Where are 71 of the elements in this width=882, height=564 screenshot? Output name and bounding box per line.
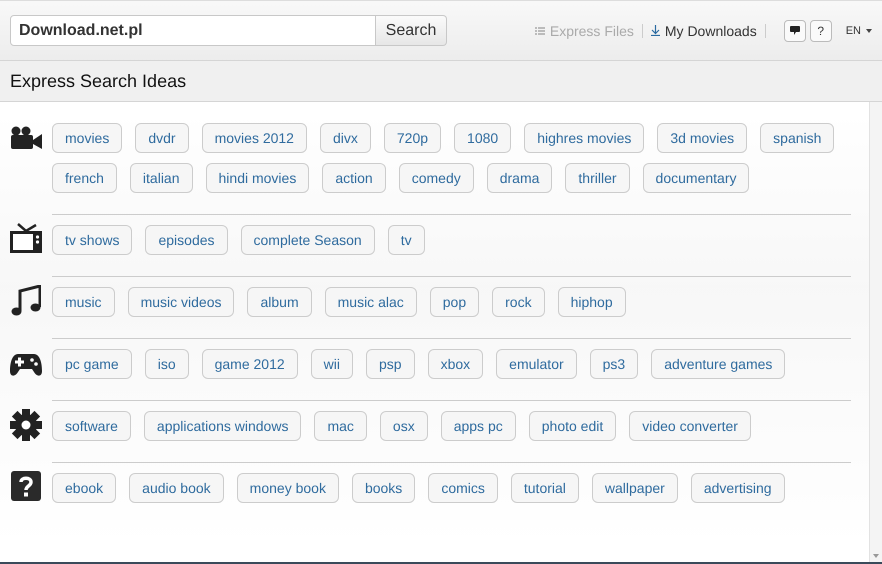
search-tag[interactable]: dvdr — [135, 123, 189, 153]
search-tag[interactable]: drama — [486, 163, 552, 193]
speech-bubble-icon — [790, 26, 800, 35]
search-tag[interactable]: 1080 — [454, 123, 512, 153]
search-tag[interactable]: comics — [428, 473, 498, 503]
search-tag[interactable]: album — [247, 287, 312, 317]
search-tag[interactable]: thriller — [565, 163, 630, 193]
search-tag[interactable]: game 2012 — [202, 349, 298, 379]
search-tag[interactable]: spanish — [760, 123, 834, 153]
section-title: Express Search Ideas — [0, 61, 882, 102]
search-tag[interactable]: documentary — [642, 163, 750, 193]
scroll-down-icon — [873, 554, 879, 558]
search-tag[interactable]: applications windows — [144, 411, 302, 441]
download-icon — [650, 25, 660, 36]
search-tag[interactable]: movies — [52, 123, 122, 153]
search-button[interactable]: Search — [376, 15, 447, 46]
search-tag[interactable]: 3d movies — [657, 123, 748, 153]
search-tag[interactable]: pc game — [52, 349, 132, 379]
search-tag[interactable]: italian — [130, 163, 193, 193]
search-tag[interactable]: psp — [366, 349, 415, 379]
search-tag[interactable]: software — [52, 411, 131, 441]
music-note-icon — [11, 285, 41, 317]
search-tag[interactable]: wallpaper — [592, 473, 678, 503]
search-tag[interactable]: ps3 — [590, 349, 638, 379]
search-tag[interactable]: episodes — [145, 225, 228, 255]
search-tag[interactable]: 720p — [384, 123, 442, 153]
search-tag[interactable]: highres movies — [524, 123, 644, 153]
search-tag[interactable]: emulator — [496, 349, 577, 379]
search-tag[interactable]: french — [52, 163, 117, 193]
search-tag[interactable]: movies 2012 — [202, 123, 307, 153]
search-tag[interactable]: advertising — [690, 473, 785, 503]
search-tag[interactable]: photo edit — [528, 411, 616, 441]
search-tag[interactable]: divx — [320, 123, 371, 153]
search-tag[interactable]: apps pc — [440, 411, 516, 441]
question-icon — [11, 471, 41, 501]
search-tag[interactable]: tv shows — [52, 225, 132, 255]
search-tag[interactable]: tutorial — [510, 473, 579, 503]
gamepad-icon — [10, 353, 42, 377]
search-tag[interactable]: music — [52, 287, 115, 317]
search-tag[interactable]: adventure games — [651, 349, 786, 379]
search-tag[interactable]: pop — [430, 287, 480, 317]
search-tag[interactable]: iso — [144, 349, 189, 379]
search-tag[interactable]: video converter — [629, 411, 751, 441]
caret-icon — [866, 28, 872, 32]
search-tag[interactable]: mac — [314, 411, 367, 441]
search-tag[interactable]: money book — [236, 473, 339, 503]
language-dropdown[interactable]: EN — [846, 24, 872, 36]
tv-icon — [10, 223, 42, 253]
search-tag[interactable]: complete Season — [240, 225, 375, 255]
search-tag[interactable]: comedy — [398, 163, 474, 193]
chat-button[interactable] — [784, 20, 806, 42]
search-tag[interactable]: wii — [310, 349, 354, 379]
video-camera-icon — [10, 126, 42, 150]
search-tag[interactable]: music alac — [324, 287, 417, 317]
search-tag[interactable]: ebook — [52, 473, 116, 503]
search-tag[interactable]: books — [352, 473, 416, 503]
search-tag[interactable]: audio book — [129, 473, 224, 503]
search-tag[interactable]: tv — [388, 225, 425, 255]
search-tag[interactable]: rock — [492, 287, 545, 317]
help-button[interactable]: ? — [810, 20, 832, 42]
search-tag[interactable]: osx — [380, 411, 428, 441]
search-tag[interactable]: hindi movies — [206, 163, 310, 193]
downloads-link[interactable]: My Downloads — [642, 24, 766, 38]
gear-icon — [10, 409, 42, 441]
search-tag[interactable]: music videos — [128, 287, 234, 317]
search-tag[interactable]: action — [322, 163, 386, 193]
list-icon — [534, 26, 545, 34]
search-tag[interactable]: hiphop — [558, 287, 626, 317]
search-field[interactable]: Download.net.pl — [10, 15, 376, 46]
search-tag[interactable]: xbox — [428, 349, 484, 379]
scrollbar[interactable] — [869, 102, 882, 562]
